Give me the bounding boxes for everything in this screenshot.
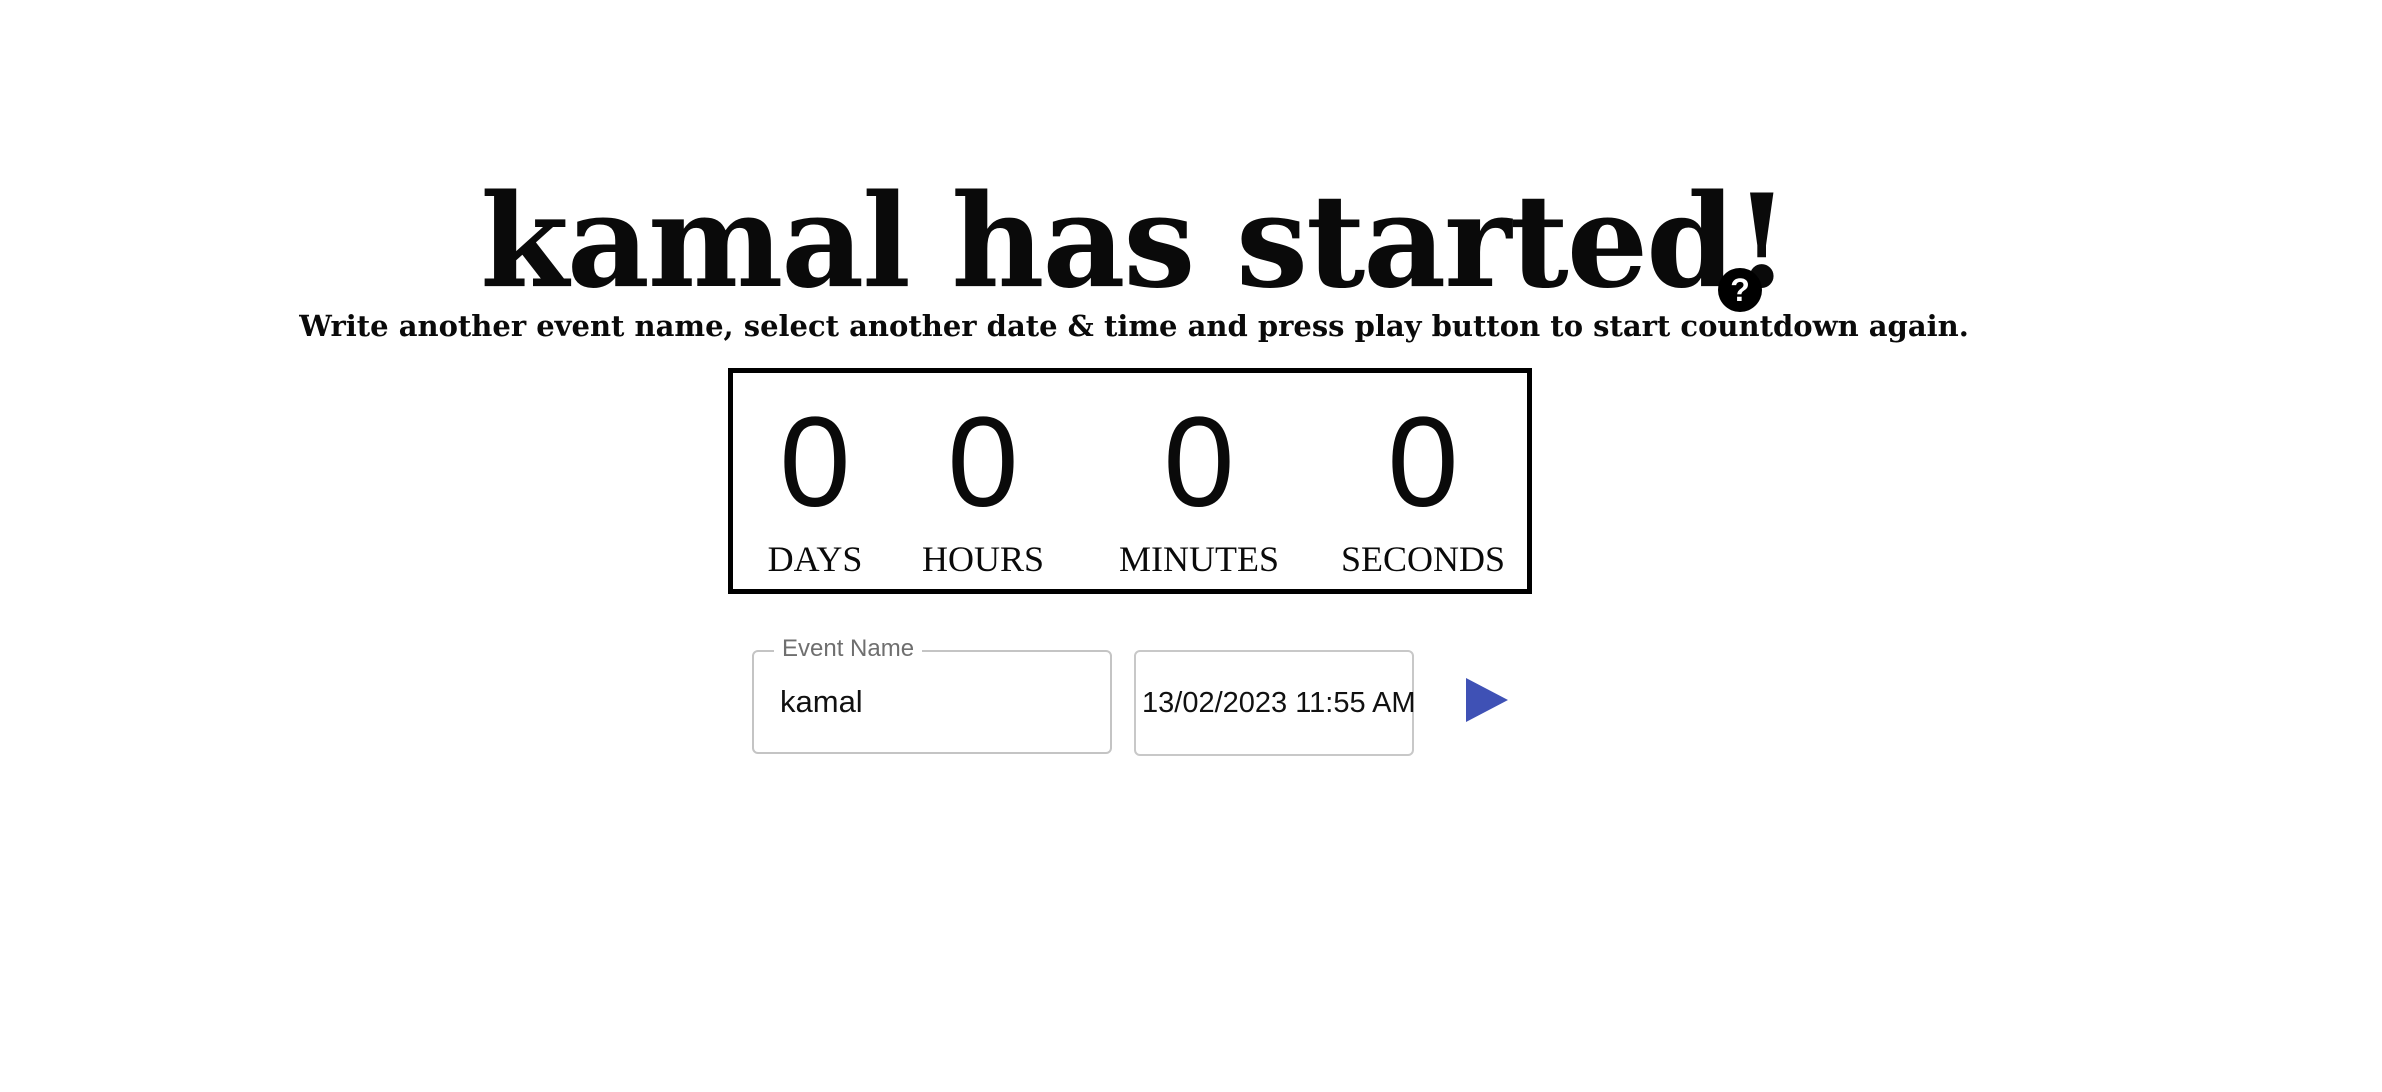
- countdown-minutes: 0 MINUTES: [1109, 373, 1289, 580]
- countdown-page: kamal has started! ? Write another event…: [0, 0, 2382, 1092]
- minutes-value: 0: [1163, 391, 1235, 534]
- datetime-value[interactable]: 13/02/2023 11:55 AM: [1142, 652, 1416, 754]
- countdown-days: 0 DAYS: [765, 373, 865, 580]
- page-title: kamal has started!: [480, 167, 1790, 317]
- play-button[interactable]: [1462, 674, 1512, 726]
- hours-label: HOURS: [921, 539, 1045, 579]
- hours-value: 0: [947, 391, 1019, 534]
- event-name-input[interactable]: [780, 652, 1100, 752]
- page-subtitle: Write another event name, select another…: [299, 309, 1969, 343]
- days-value: 0: [779, 391, 851, 534]
- days-label: DAYS: [767, 539, 863, 579]
- countdown-panel: 0 DAYS 0 HOURS 0 MINUTES 0 SECONDS: [728, 368, 1532, 594]
- minutes-label: MINUTES: [1119, 539, 1279, 579]
- seconds-label: SECONDS: [1340, 539, 1506, 579]
- countdown-seconds: 0 SECONDS: [1333, 373, 1513, 580]
- event-name-field: Event Name: [752, 634, 1112, 754]
- datetime-picker[interactable]: 13/02/2023 11:55 AM: [1134, 650, 1416, 756]
- play-icon: [1466, 678, 1508, 722]
- countdown-hours: 0 HOURS: [913, 373, 1053, 580]
- seconds-value: 0: [1387, 391, 1459, 534]
